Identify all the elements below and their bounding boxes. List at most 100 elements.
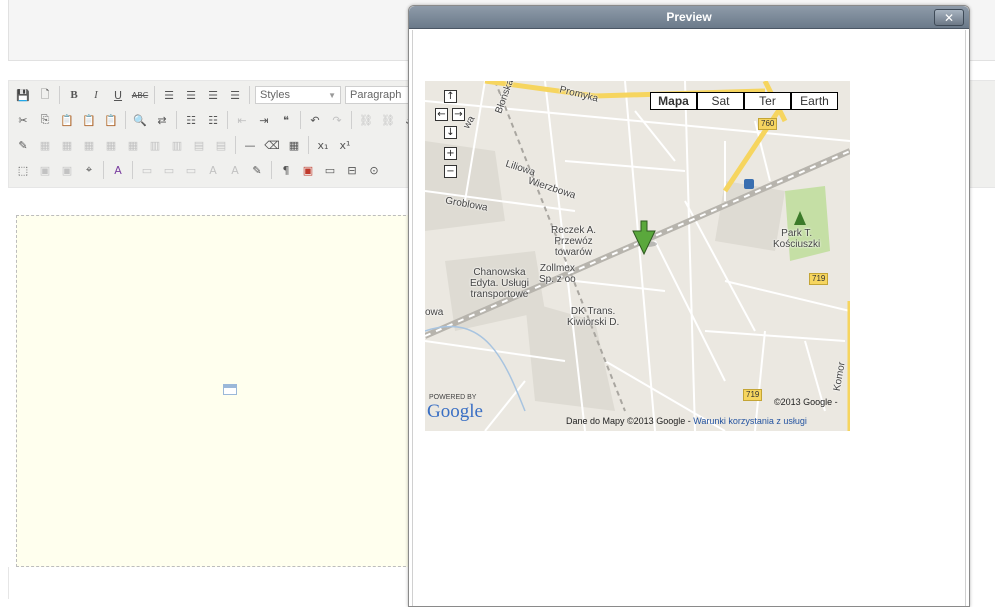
pan-right-button[interactable]: →	[452, 108, 465, 121]
split-cells-icon[interactable]: ▦	[123, 135, 143, 155]
eraser-icon[interactable]: ⌫	[262, 135, 282, 155]
separator	[59, 86, 60, 104]
toolbar-row-1: 💾 🗋 B I U ABC ☰ ☰ ☰ ☰ Styles ▼ Paragraph	[12, 83, 417, 107]
find-icon[interactable]: 🔍	[130, 110, 150, 130]
zoom-out-button[interactable]: −	[444, 165, 457, 178]
map-type-mapa[interactable]: Mapa	[650, 92, 697, 110]
paste-word-icon[interactable]: 📋	[101, 110, 121, 130]
toolbar-row-2: ✂ ⎘ 📋 📋 📋 🔍 ⇄ ☷ ☷ ⇤ ⇥ ❝ ↶ ↷ ⛓ ⛓ ⚓	[12, 108, 421, 132]
subscript-icon[interactable]: x₁	[313, 135, 333, 155]
align-justify-icon[interactable]: ☰	[225, 85, 245, 105]
underline-button[interactable]: U	[108, 85, 128, 105]
attributes-icon[interactable]: ✎	[247, 160, 267, 180]
label-dk-trans: DK Trans. Kiwiorski D.	[567, 306, 620, 328]
pagebreak-icon[interactable]: ⊟	[342, 160, 362, 180]
horizontal-rule-icon[interactable]: —	[240, 135, 260, 155]
chevron-down-icon: ▼	[328, 90, 336, 100]
map-type-earth[interactable]: Earth	[791, 92, 838, 110]
label-park: Park T. Kościuszki	[773, 228, 821, 250]
cut-icon[interactable]: ✂	[13, 110, 33, 130]
separator	[300, 111, 301, 129]
cite-icon[interactable]: ▭	[137, 160, 157, 180]
table-col-icon[interactable]: ▦	[79, 135, 99, 155]
acronym-icon[interactable]: ▭	[181, 160, 201, 180]
delete-row-icon[interactable]: ▤	[211, 135, 231, 155]
table-icon[interactable]: ▦	[35, 135, 55, 155]
del-icon[interactable]: A	[203, 160, 223, 180]
pan-down-button[interactable]: ↓	[444, 126, 457, 139]
replace-icon[interactable]: ⇄	[152, 110, 172, 130]
separator	[308, 136, 309, 154]
paste-icon[interactable]: 📋	[57, 110, 77, 130]
table-row-icon[interactable]: ▦	[57, 135, 77, 155]
map-type-ter[interactable]: Ter	[744, 92, 791, 110]
preview-titlebar[interactable]: Preview ✕	[409, 6, 969, 29]
indent-icon[interactable]: ⇥	[254, 110, 274, 130]
paste-text-icon[interactable]: 📋	[79, 110, 99, 130]
align-right-icon[interactable]: ☰	[203, 85, 223, 105]
align-left-icon[interactable]: ☰	[159, 85, 179, 105]
merge-cells-icon[interactable]: ▦	[101, 135, 121, 155]
insert-row-icon[interactable]: ▤	[189, 135, 209, 155]
map-base	[425, 81, 850, 431]
superscript-icon[interactable]: x¹	[335, 135, 355, 155]
link-icon[interactable]: ⛓	[356, 110, 376, 130]
separator	[125, 111, 126, 129]
map-type-sat[interactable]: Sat	[697, 92, 744, 110]
numbered-list-icon[interactable]: ☷	[203, 110, 223, 130]
align-center-icon[interactable]: ☰	[181, 85, 201, 105]
outdent-icon[interactable]: ⇤	[232, 110, 252, 130]
close-icon: ✕	[943, 10, 955, 25]
pilcrow-icon[interactable]: ¶	[276, 160, 296, 180]
editor-content-area[interactable]	[16, 215, 416, 567]
pan-left-button[interactable]: ←	[435, 108, 448, 121]
map-attribution: Dane do Mapy ©2013 Google - Warunki korz…	[566, 416, 807, 426]
bold-button[interactable]: B	[64, 85, 84, 105]
redo-icon[interactable]: ↷	[327, 110, 347, 130]
preview-title: Preview	[666, 10, 712, 24]
toolbar-row-3: ✎ ▦ ▦ ▦ ▦ ▦ ▥ ▥ ▤ ▤ — ⌫ ▦ x₁ x¹	[12, 133, 356, 157]
template-icon[interactable]: ▭	[320, 160, 340, 180]
insert-col-icon[interactable]: ▥	[145, 135, 165, 155]
unlink-icon[interactable]: ⛓	[378, 110, 398, 130]
separator	[235, 136, 236, 154]
styles-select[interactable]: Styles ▼	[255, 86, 341, 104]
blockquote-icon[interactable]: ❝	[276, 110, 296, 130]
abbr-icon[interactable]: ▭	[159, 160, 179, 180]
attribution-text: Dane do Mapy ©2013 Google -	[566, 416, 694, 426]
format-select-label: Paragraph	[350, 89, 402, 101]
preview-body: Promyka Błońska Liliowa Wierzbowa Groblo…	[412, 30, 966, 606]
copy-icon[interactable]: ⎘	[35, 110, 55, 130]
bullet-list-icon[interactable]: ☷	[181, 110, 201, 130]
absolute-icon[interactable]: ⌖	[79, 160, 99, 180]
label-zollmex: Zollmex Sp. z oo	[539, 263, 576, 285]
ins-icon[interactable]: A	[225, 160, 245, 180]
pan-up-button[interactable]: ↑	[444, 90, 457, 103]
new-document-icon[interactable]: 🗋	[35, 85, 55, 105]
terms-link[interactable]: Warunki korzystania z usługi	[693, 416, 807, 426]
zoom-in-button[interactable]: +	[444, 147, 457, 160]
separator	[249, 86, 250, 104]
edit-image-icon[interactable]: ✎	[13, 135, 33, 155]
layer-forward-icon[interactable]: ▣	[57, 160, 77, 180]
delete-col-icon[interactable]: ▥	[167, 135, 187, 155]
format-select[interactable]: Paragraph	[345, 86, 415, 104]
label-nowa: owa	[425, 307, 444, 318]
google-logo[interactable]: Google	[427, 401, 483, 423]
preview-icon[interactable]: ⊙	[364, 160, 384, 180]
iframe-placeholder-icon	[223, 384, 237, 395]
close-button[interactable]: ✕	[934, 9, 964, 26]
style-props-icon[interactable]: A	[108, 160, 128, 180]
google-map[interactable]: Promyka Błońska Liliowa Wierzbowa Groblo…	[425, 81, 850, 431]
undo-icon[interactable]: ↶	[305, 110, 325, 130]
media-icon[interactable]: ▣	[298, 160, 318, 180]
select-all-icon[interactable]: ⬚	[13, 160, 33, 180]
road-number-badge: 760	[758, 118, 778, 130]
strikethrough-button[interactable]: ABC	[130, 85, 150, 105]
visual-aid-icon[interactable]: ▦	[284, 135, 304, 155]
transit-stop-icon	[744, 179, 754, 189]
styles-select-label: Styles	[260, 89, 290, 101]
save-icon[interactable]: 💾	[13, 85, 33, 105]
italic-button[interactable]: I	[86, 85, 106, 105]
layer-icon[interactable]: ▣	[35, 160, 55, 180]
